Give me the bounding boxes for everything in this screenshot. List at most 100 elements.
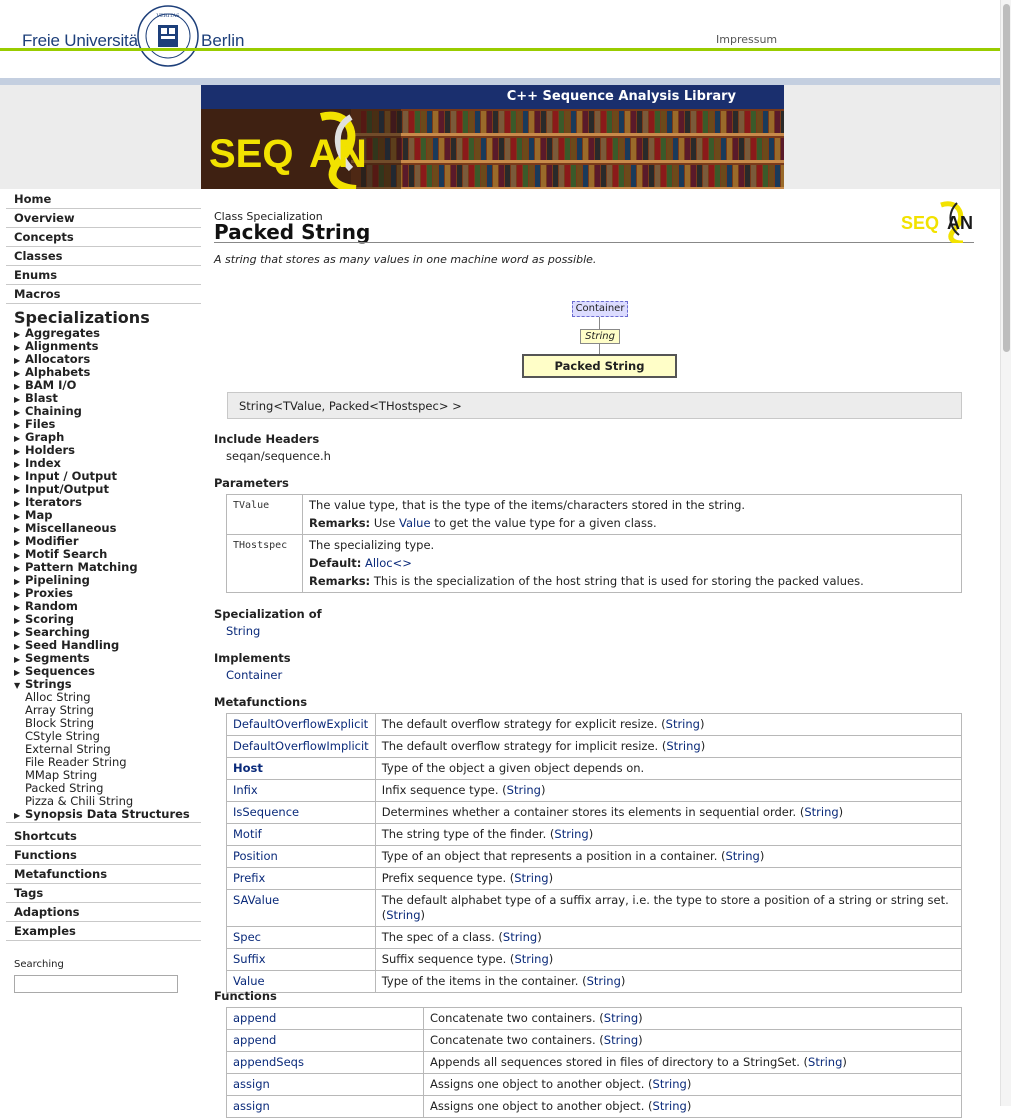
row-desc: Appends all sequences stored in files of… — [423, 1051, 962, 1074]
ref-link[interactable]: String — [386, 908, 420, 922]
seqan-small-logo: SEQ AN — [901, 201, 973, 243]
table-row: assign Assigns one object to another obje… — [226, 1073, 962, 1096]
main-content: Class Specialization Packed String SEQ A… — [201, 189, 981, 1118]
row-desc: Suffix sequence type. (String) — [374, 948, 963, 971]
nav-shortcuts[interactable]: Shortcuts — [6, 827, 201, 846]
table-row: appendSeqs Appends all sequences stored i… — [226, 1051, 962, 1074]
alloc-link[interactable]: Alloc<> — [365, 556, 412, 570]
implements-link[interactable]: Container — [226, 668, 282, 682]
nav-home[interactable]: Home — [6, 190, 201, 209]
row-name-link[interactable]: assign — [226, 1095, 424, 1118]
diagram-edge — [599, 344, 600, 354]
row-name-link[interactable]: Infix — [226, 779, 376, 802]
ref-link[interactable]: String — [514, 952, 548, 966]
row-name-link[interactable]: append — [226, 1029, 424, 1052]
scrollbar-thumb[interactable] — [1003, 4, 1010, 352]
ref-link[interactable]: String — [503, 930, 537, 944]
row-name-link[interactable]: Host — [226, 757, 376, 780]
table-row: assign Assigns one object to another obje… — [226, 1095, 962, 1118]
ref-link[interactable]: String — [507, 783, 541, 797]
table-row: Prefix Prefix sequence type. (String) — [226, 867, 963, 890]
row-desc: Type of the items in the container. (Str… — [374, 970, 963, 993]
ref-link[interactable]: String — [653, 1099, 687, 1113]
row-name-link[interactable]: Motif — [226, 823, 376, 846]
nav-concepts[interactable]: Concepts — [6, 228, 201, 247]
university-seal-logo[interactable]: VERITAS — [137, 5, 199, 67]
vertical-scrollbar[interactable] — [1000, 0, 1011, 1106]
specialization-of-link[interactable]: String — [226, 624, 260, 638]
ref-link[interactable]: String — [666, 739, 700, 753]
ref-link[interactable]: String — [808, 1055, 842, 1069]
row-desc: Assigns one object to another object. (S… — [423, 1095, 962, 1118]
ref-link[interactable]: String — [587, 974, 621, 988]
table-row: Position Type of an object that represent… — [226, 845, 963, 868]
row-name-link[interactable]: Prefix — [226, 867, 376, 890]
signature-box: String<TValue, Packed<THostspec> > — [227, 392, 962, 419]
row-name-link[interactable]: appendSeqs — [226, 1051, 424, 1074]
nav-adaptions[interactable]: Adaptions — [6, 903, 201, 922]
include-header-value: seqan/sequence.h — [226, 449, 331, 463]
row-name-link[interactable]: IsSequence — [226, 801, 376, 824]
row-name-link[interactable]: append — [226, 1007, 424, 1030]
impressum-link[interactable]: Impressum — [716, 33, 777, 46]
seqan-library-banner-image[interactable]: SEQ AN — [201, 109, 784, 189]
functions-table: append Concatenate two containers. (Strin… — [226, 1007, 962, 1118]
row-desc: Infix sequence type. (String) — [374, 779, 963, 802]
table-row: Motif The string type of the finder. (Str… — [226, 823, 963, 846]
seqan-wordmark: SEQ — [209, 132, 293, 176]
ref-link[interactable]: String — [604, 1033, 638, 1047]
section-include-headers: Include Headers — [214, 432, 320, 446]
ref-link[interactable]: String — [604, 1011, 638, 1025]
row-desc: The default alphabet type of a suffix ar… — [374, 889, 963, 927]
row-name-link[interactable]: Suffix — [226, 948, 376, 971]
svg-text:AN: AN — [947, 213, 973, 233]
ref-link[interactable]: String — [653, 1077, 687, 1091]
row-desc: The spec of a class. (String) — [374, 926, 963, 949]
table-row: DefaultOverflowImplicit The default overf… — [226, 735, 963, 758]
row-desc: Determines whether a container stores it… — [374, 801, 963, 824]
nav-tags[interactable]: Tags — [6, 884, 201, 903]
ref-link[interactable]: String — [726, 849, 760, 863]
table-row: Host Type of the object a given object de… — [226, 757, 963, 780]
svg-text:SEQ: SEQ — [901, 213, 939, 233]
row-name-link[interactable]: DefaultOverflowExplicit — [226, 713, 376, 736]
nav-section-specializations[interactable]: Specializations — [6, 304, 201, 327]
table-row: Infix Infix sequence type. (String) — [226, 779, 963, 802]
row-desc: Concatenate two containers. (String) — [423, 1007, 962, 1030]
row-name-link[interactable]: Position — [226, 845, 376, 868]
site-header: Freie Universität VERITAS Berlin Impress… — [0, 0, 1000, 86]
row-name-link[interactable]: Spec — [226, 926, 376, 949]
row-name-link[interactable]: DefaultOverflowImplicit — [226, 735, 376, 758]
table-row: Suffix Suffix sequence type. (String) — [226, 948, 963, 971]
nav-category-synopsis[interactable]: ▶ Synopsis Data Structures — [6, 808, 201, 823]
table-row: THostspec The specializing type. Default… — [226, 534, 962, 593]
page-tagline: A string that stores as many values in o… — [214, 253, 597, 266]
diagram-node-container[interactable]: Container — [572, 301, 628, 317]
ref-link[interactable]: String — [514, 871, 548, 885]
inheritance-diagram: Container String Packed String — [214, 299, 974, 384]
row-name-link[interactable]: assign — [226, 1073, 424, 1096]
nav-metafunctions[interactable]: Metafunctions — [6, 865, 201, 884]
ref-link[interactable]: String — [804, 805, 838, 819]
nav-examples[interactable]: Examples — [6, 922, 201, 941]
table-row: DefaultOverflowExplicit The default overf… — [226, 713, 963, 736]
nav-enums[interactable]: Enums — [6, 266, 201, 285]
ref-link[interactable]: String — [554, 827, 588, 841]
table-row: IsSequence Determines whether a container… — [226, 801, 963, 824]
category-list: ▶ Aggregates ▶ Alignments ▶ Allocators ▶ Alphab… — [6, 327, 201, 678]
svg-text:AN: AN — [309, 132, 367, 176]
diagram-node-string[interactable]: String — [580, 329, 620, 344]
metafunctions-table: DefaultOverflowExplicit The default overf… — [226, 713, 963, 993]
ref-link[interactable]: String — [666, 717, 700, 731]
nav-macros[interactable]: Macros — [6, 285, 201, 304]
svg-text:VERITAS: VERITAS — [155, 13, 180, 19]
nav-classes[interactable]: Classes — [6, 247, 201, 266]
search-input[interactable] — [14, 975, 178, 993]
nav-functions[interactable]: Functions — [6, 846, 201, 865]
row-name-link[interactable]: SAValue — [226, 889, 376, 927]
search-label: Searching — [14, 959, 64, 970]
nav-overview[interactable]: Overview — [6, 209, 201, 228]
header-green-rule — [0, 48, 1011, 51]
value-link[interactable]: Value — [399, 516, 431, 530]
table-row: TValue The value type, that is the type … — [226, 494, 962, 535]
